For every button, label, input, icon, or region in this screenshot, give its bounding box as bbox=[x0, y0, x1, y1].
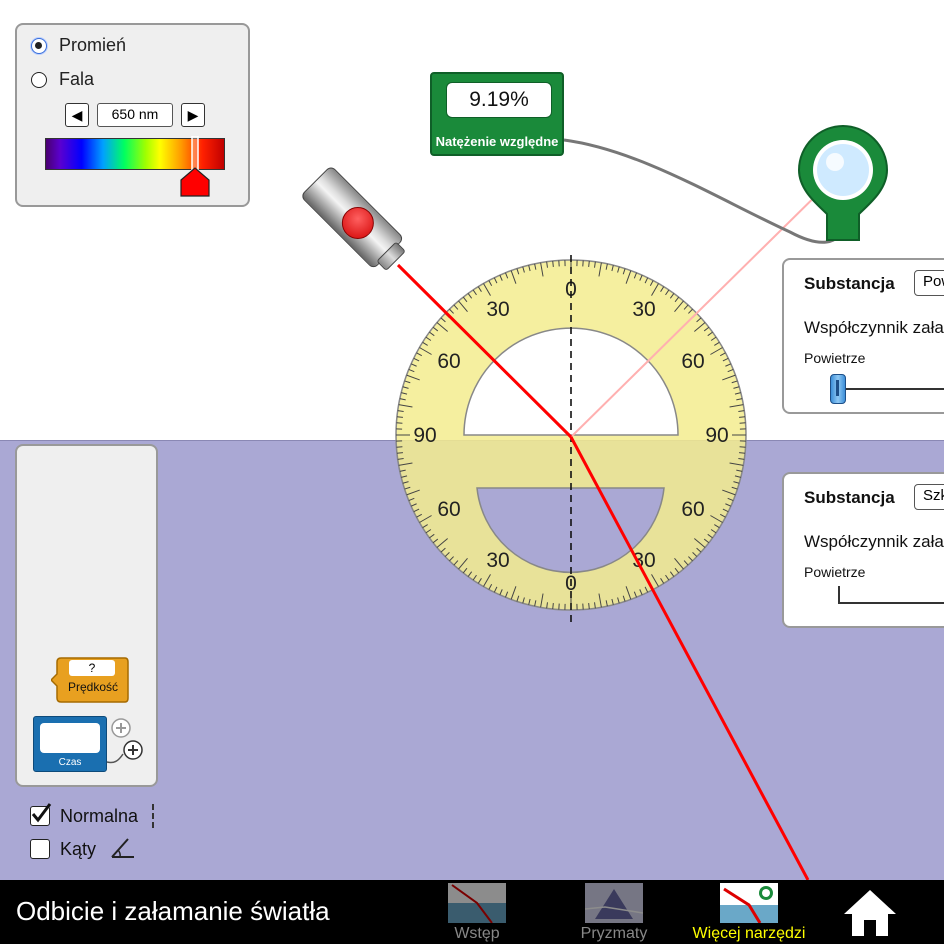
protractor-label-60-bottom-left: 60 bbox=[437, 498, 460, 521]
wavelength-value[interactable]: 650 nm bbox=[97, 103, 173, 127]
protractor-label-60-top-right: 60 bbox=[681, 350, 704, 373]
protractor-tick bbox=[397, 417, 403, 418]
tab-more-tools-label: Więcej narzędzi bbox=[693, 925, 806, 942]
intensity-label: Natężenie względne bbox=[432, 134, 562, 149]
speed-value: ? bbox=[69, 660, 115, 676]
protractor-label-30-top-left: 30 bbox=[486, 298, 509, 321]
navigation-bar: Odbicie i załamanie światła Wstęp Pryzma… bbox=[0, 880, 944, 944]
wave-radio-label: Fala bbox=[59, 69, 94, 90]
prisms-thumbnail bbox=[585, 883, 643, 923]
home-icon bbox=[840, 884, 900, 940]
speed-label: Prędkość bbox=[57, 680, 129, 694]
protractor-label-60-bottom-right: 60 bbox=[681, 498, 704, 521]
angles-checkbox-row[interactable]: Kąty bbox=[30, 837, 138, 861]
protractor-tick bbox=[553, 603, 554, 609]
normal-checkbox-row[interactable]: Normalna bbox=[30, 804, 154, 828]
intensity-value: 9.19% bbox=[446, 82, 552, 118]
protractor-tick bbox=[553, 261, 554, 267]
top-medium-select[interactable]: Pow bbox=[914, 270, 944, 296]
more-tools-thumbnail bbox=[720, 883, 778, 923]
top-medium-index-label: Współczynnik zała bbox=[804, 318, 944, 338]
wavelength-decrease-button[interactable]: ◀ bbox=[65, 103, 89, 127]
wavelength-slider-thumb[interactable] bbox=[179, 136, 211, 200]
triangle-right-icon: ▶ bbox=[188, 107, 199, 124]
ray-radio-label: Promień bbox=[59, 35, 126, 56]
intro-thumbnail bbox=[448, 883, 506, 923]
protractor-tick bbox=[739, 417, 745, 418]
protractor-tick bbox=[589, 603, 590, 609]
top-medium-slider-track[interactable] bbox=[842, 388, 944, 390]
protractor-label-30-top-right: 30 bbox=[632, 298, 655, 321]
protractor-label-90-right: 90 bbox=[705, 424, 728, 447]
bottom-medium-panel: Substancja Szk Współczynnik zała Powietr… bbox=[782, 472, 944, 628]
protractor-tick bbox=[397, 453, 403, 454]
protractor-label-60-top-left: 60 bbox=[437, 350, 460, 373]
intensity-probe[interactable] bbox=[797, 124, 889, 246]
intensity-meter[interactable]: 9.19% Natężenie względne bbox=[430, 72, 564, 156]
tab-more-tools[interactable]: Więcej narzędzi bbox=[684, 880, 814, 943]
tab-prisms-label: Pryzmaty bbox=[581, 925, 648, 942]
top-medium-slider-label: Powietrze bbox=[804, 350, 865, 366]
angles-label: Kąty bbox=[60, 839, 96, 860]
tab-intro-label: Wstęp bbox=[454, 925, 499, 942]
ray-radio[interactable]: Promień bbox=[31, 35, 126, 56]
protractor-label-30-bottom-left: 30 bbox=[486, 549, 509, 572]
protractor-label-90-left: 90 bbox=[413, 424, 436, 447]
bottom-medium-slider-label: Powietrze bbox=[804, 564, 865, 580]
bottom-medium-select[interactable]: Szk bbox=[914, 484, 944, 510]
top-medium-slider-thumb[interactable] bbox=[830, 374, 846, 404]
simulation-canvas: 0 30 30 60 60 90 90 60 60 30 30 0 bbox=[0, 0, 944, 944]
wavelength-increase-button[interactable]: ▶ bbox=[181, 103, 205, 127]
protractor-tick bbox=[739, 453, 745, 454]
time-label: Czas bbox=[34, 757, 106, 768]
protractor-tick bbox=[589, 261, 590, 267]
normal-checkbox[interactable] bbox=[30, 806, 50, 826]
dashed-line-icon bbox=[152, 804, 154, 828]
app-title: Odbicie i załamanie światła bbox=[16, 896, 330, 927]
normal-label: Normalna bbox=[60, 806, 138, 827]
wave-radio-button[interactable] bbox=[31, 72, 47, 88]
angles-checkbox[interactable] bbox=[30, 839, 50, 859]
top-medium-title: Substancja bbox=[804, 274, 895, 294]
bottom-medium-slider-track[interactable] bbox=[838, 586, 944, 604]
triangle-left-icon: ◀ bbox=[72, 107, 83, 124]
bottom-medium-title: Substancja bbox=[804, 488, 895, 508]
tab-prisms[interactable]: Pryzmaty bbox=[572, 880, 656, 943]
bottom-medium-index-label: Współczynnik zała bbox=[804, 532, 944, 552]
top-medium-panel: Substancja Pow Współczynnik zała Powietr… bbox=[782, 258, 944, 414]
time-display bbox=[40, 723, 100, 753]
ray-radio-button[interactable] bbox=[31, 38, 47, 54]
probe-lens bbox=[817, 144, 869, 196]
tab-intro[interactable]: Wstęp bbox=[440, 880, 514, 943]
time-sensor-tool[interactable]: Czas bbox=[33, 716, 145, 776]
ray-wave-panel: Promień Fala ◀ 650 nm ▶ bbox=[15, 23, 250, 207]
home-button[interactable] bbox=[840, 884, 900, 940]
wave-radio[interactable]: Fala bbox=[31, 69, 94, 90]
angle-icon bbox=[110, 837, 138, 861]
toolbox-panel: ? Prędkość Czas bbox=[15, 444, 158, 787]
speed-tool[interactable]: ? Prędkość bbox=[51, 656, 129, 704]
